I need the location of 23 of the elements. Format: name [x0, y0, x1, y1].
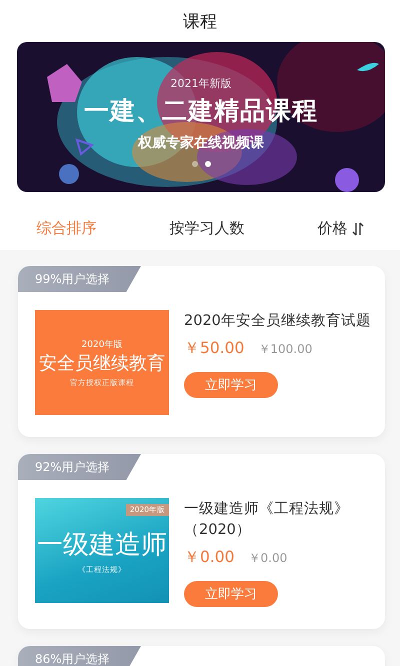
popularity-tag: 86%用户选择	[18, 646, 141, 666]
course-price: ￥0.00	[184, 547, 235, 568]
original-price: ￥100.00	[258, 341, 312, 358]
popularity-tag: 92%用户选择	[18, 454, 141, 480]
sort-tab[interactable]: 按学习人数	[162, 215, 252, 242]
course-price: ￥50.00	[184, 338, 244, 359]
course-title: 2020年安全员继续教育试题	[184, 312, 371, 331]
course-title: 一级建造师《工程法规》（2020）	[184, 500, 350, 540]
sort-tab[interactable]: 综合排序	[28, 215, 104, 242]
banner-headline: 一建、二建精品课程	[84, 95, 318, 127]
page-title: 课程	[183, 10, 217, 32]
thumbnail-edition: 2020年版	[82, 338, 122, 350]
popularity-tag: 99%用户选择	[18, 266, 141, 292]
banner-edition: 2021年新版	[170, 76, 232, 91]
study-button[interactable]: 立即学习	[184, 581, 278, 607]
sort-tab[interactable]: 价格	[310, 215, 372, 242]
carousel-dot[interactable]	[192, 161, 198, 167]
thumbnail-title: 安全员继续教育	[39, 352, 165, 374]
study-button[interactable]: 立即学习	[184, 372, 278, 398]
banner-subtitle: 权威专家在线视频课	[138, 134, 264, 152]
original-price: ￥0.00	[248, 550, 288, 567]
thumbnail-title: 一级建造师	[37, 528, 167, 562]
sort-icon	[352, 222, 364, 236]
